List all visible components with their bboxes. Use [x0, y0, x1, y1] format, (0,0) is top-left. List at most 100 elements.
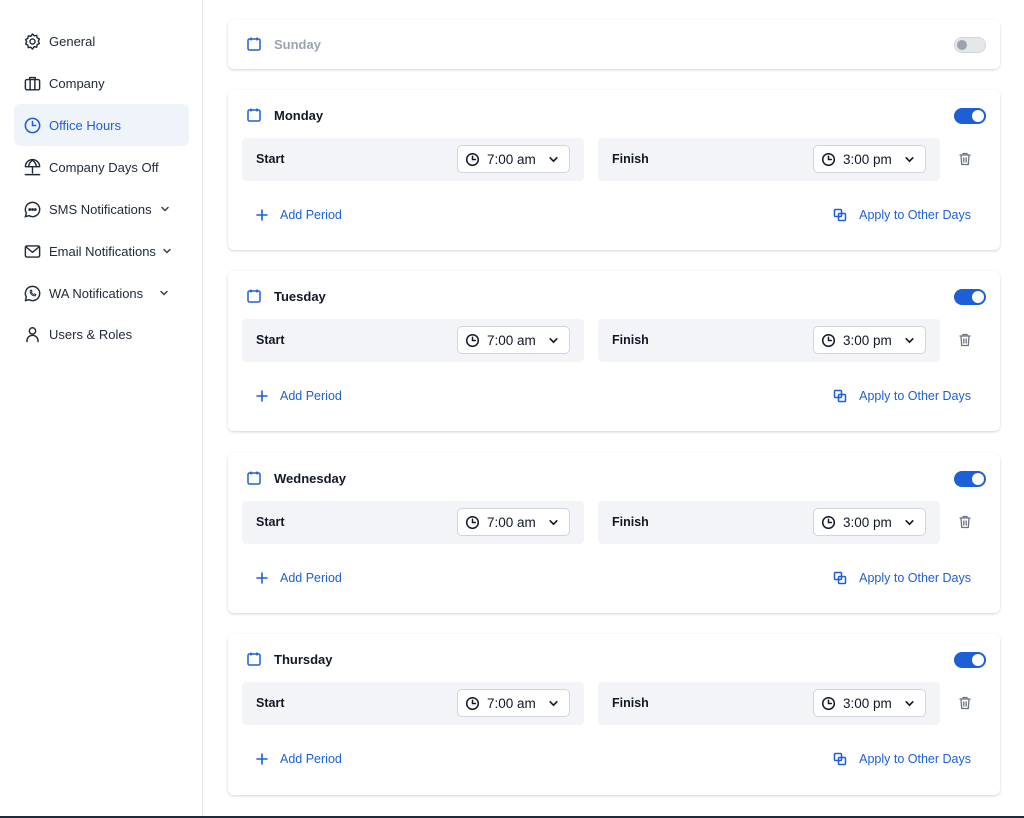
- clock-icon: [821, 515, 836, 530]
- sidebar-item-email-notifications[interactable]: Email Notifications: [14, 230, 189, 272]
- finish-time-value: 3:00 pm: [843, 695, 892, 711]
- finish-row: Finish 3:00 pm: [598, 138, 940, 181]
- day-toggle[interactable]: [954, 108, 986, 124]
- start-time-select[interactable]: 7:00 am: [457, 326, 570, 354]
- copy-icon: [833, 208, 847, 222]
- sidebar-item-sms-notifications[interactable]: SMS Notifications: [14, 188, 189, 230]
- plus-icon: [256, 753, 268, 765]
- sidebar-item-company-days-off[interactable]: Company Days Off: [14, 146, 189, 188]
- day-name: Sunday: [274, 36, 321, 52]
- whatsapp-icon: [22, 283, 42, 303]
- trash-icon[interactable]: [957, 151, 973, 167]
- start-row: Start 7:00 am: [242, 138, 584, 181]
- apply-to-other-days-button[interactable]: Apply to Other Days: [833, 389, 971, 403]
- clock-icon: [821, 696, 836, 711]
- chevron-down-icon: [904, 517, 915, 528]
- trash-icon[interactable]: [957, 514, 973, 530]
- finish-time-value: 3:00 pm: [843, 332, 892, 348]
- add-period-button[interactable]: Add Period: [256, 752, 342, 766]
- sidebar-item-label: General: [49, 33, 96, 49]
- add-period-label: Add Period: [280, 571, 342, 585]
- chevron-down-icon: [904, 698, 915, 709]
- day-name: Tuesday: [274, 288, 326, 304]
- sidebar-item-office-hours[interactable]: Office Hours: [14, 104, 189, 146]
- finish-time-select[interactable]: 3:00 pm: [813, 689, 926, 717]
- day-toggle[interactable]: [954, 289, 986, 305]
- add-period-label: Add Period: [280, 389, 342, 403]
- apply-to-other-days-button[interactable]: Apply to Other Days: [833, 571, 971, 585]
- chat-bubble-icon: [22, 199, 42, 219]
- start-time-value: 7:00 am: [487, 151, 536, 167]
- day-card-thursday: Thursday Start 7:00 am Finish 3:00 pm Ad…: [228, 634, 1000, 795]
- apply-label: Apply to Other Days: [859, 389, 971, 403]
- calendar-icon: [246, 107, 262, 123]
- add-period-label: Add Period: [280, 208, 342, 222]
- finish-label: Finish: [612, 515, 649, 529]
- chevron-down-icon: [159, 288, 169, 298]
- sidebar-item-label: Users & Roles: [49, 326, 133, 342]
- chevron-down-icon: [160, 204, 170, 214]
- finish-label: Finish: [612, 696, 649, 710]
- start-row: Start 7:00 am: [242, 682, 584, 725]
- chevron-down-icon: [548, 335, 559, 346]
- sidebar-item-general[interactable]: General: [14, 20, 189, 62]
- start-time-value: 7:00 am: [487, 695, 536, 711]
- apply-to-other-days-button[interactable]: Apply to Other Days: [833, 208, 971, 222]
- envelope-icon: [22, 241, 42, 261]
- calendar-icon: [246, 651, 262, 667]
- clock-icon: [465, 696, 480, 711]
- briefcase-icon: [22, 73, 42, 93]
- day-name: Wednesday: [274, 470, 347, 486]
- add-period-button[interactable]: Add Period: [256, 571, 342, 585]
- copy-icon: [833, 752, 847, 766]
- start-time-select[interactable]: 7:00 am: [457, 145, 570, 173]
- add-period-button[interactable]: Add Period: [256, 389, 342, 403]
- day-card-wednesday: Wednesday Start 7:00 am Finish 3:00 pm A…: [228, 453, 1000, 613]
- plus-icon: [256, 572, 268, 584]
- sidebar-item-wa-notifications[interactable]: WA Notifications: [14, 272, 189, 314]
- day-toggle[interactable]: [954, 471, 986, 487]
- apply-to-other-days-button[interactable]: Apply to Other Days: [833, 752, 971, 766]
- apply-label: Apply to Other Days: [859, 752, 971, 766]
- finish-time-select[interactable]: 3:00 pm: [813, 508, 926, 536]
- start-row: Start 7:00 am: [242, 319, 584, 362]
- start-time-select[interactable]: 7:00 am: [457, 508, 570, 536]
- copy-icon: [833, 571, 847, 585]
- gear-icon: [22, 31, 42, 51]
- sidebar-item-label: Office Hours: [49, 117, 122, 133]
- finish-row: Finish 3:00 pm: [598, 682, 940, 725]
- sidebar-item-label: Company: [49, 75, 105, 91]
- user-icon: [22, 324, 42, 344]
- chevron-down-icon: [904, 335, 915, 346]
- apply-label: Apply to Other Days: [859, 571, 971, 585]
- trash-icon[interactable]: [957, 332, 973, 348]
- plus-icon: [256, 390, 268, 402]
- day-name: Thursday: [274, 651, 333, 667]
- sidebar-item-label: Email Notifications: [49, 243, 156, 259]
- start-time-select[interactable]: 7:00 am: [457, 689, 570, 717]
- day-card-sunday: Sunday: [228, 20, 1000, 69]
- finish-label: Finish: [612, 152, 649, 166]
- start-label: Start: [256, 515, 285, 529]
- chevron-down-icon: [548, 698, 559, 709]
- chevron-down-icon: [904, 154, 915, 165]
- finish-label: Finish: [612, 333, 649, 347]
- day-toggle[interactable]: [954, 37, 986, 53]
- trash-icon[interactable]: [957, 695, 973, 711]
- chevron-down-icon: [548, 517, 559, 528]
- day-name: Monday: [274, 107, 324, 123]
- finish-time-select[interactable]: 3:00 pm: [813, 326, 926, 354]
- finish-time-select[interactable]: 3:00 pm: [813, 145, 926, 173]
- start-time-value: 7:00 am: [487, 332, 536, 348]
- finish-row: Finish 3:00 pm: [598, 319, 940, 362]
- calendar-icon: [246, 470, 262, 486]
- add-period-button[interactable]: Add Period: [256, 208, 342, 222]
- sidebar-item-company[interactable]: Company: [14, 62, 189, 104]
- day-toggle[interactable]: [954, 652, 986, 668]
- finish-time-value: 3:00 pm: [843, 151, 892, 167]
- calendar-icon: [246, 288, 262, 304]
- finish-time-value: 3:00 pm: [843, 514, 892, 530]
- settings-sidebar: General Company Office Hours Company Day…: [0, 0, 203, 818]
- sidebar-item-users-roles[interactable]: Users & Roles: [14, 313, 189, 355]
- day-card-tuesday: Tuesday Start 7:00 am Finish 3:00 pm Add…: [228, 271, 1000, 431]
